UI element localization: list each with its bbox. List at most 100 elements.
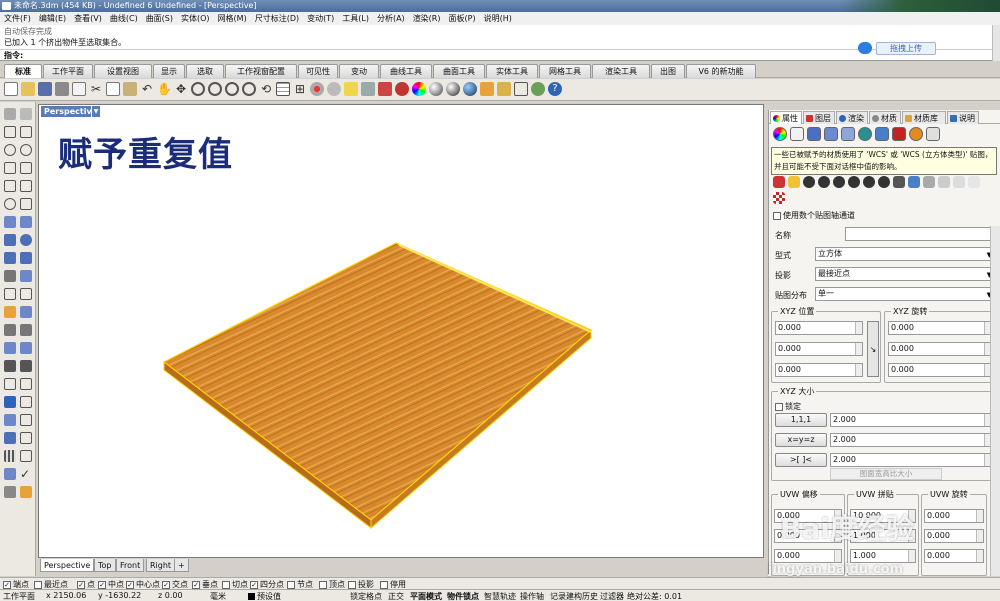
pan-hand-icon[interactable]: ✋	[157, 82, 172, 96]
status-smarttrack[interactable]: 智慧轨迹	[484, 591, 516, 601]
mapping-tool-1-icon[interactable]	[773, 176, 785, 188]
viewport-title[interactable]: Perspective	[41, 106, 97, 117]
edge-softening-icon[interactable]	[875, 127, 889, 141]
set-view-icon[interactable]	[310, 82, 324, 96]
mapping-tool-13-icon[interactable]	[953, 176, 965, 188]
osnap-checkbox[interactable]: ✓	[3, 580, 11, 589]
osnap-checkbox[interactable]: ✓	[126, 580, 134, 589]
paste-icon[interactable]	[123, 82, 137, 96]
size-uniform-button[interactable]: x=y=z	[775, 433, 827, 447]
mapping-tool-9-icon[interactable]	[893, 176, 905, 188]
size-x-input[interactable]: 2.000	[830, 413, 992, 427]
zoom-icon[interactable]	[191, 82, 205, 96]
dimension-icon[interactable]	[4, 288, 16, 300]
panel-tab-layers[interactable]: 图层	[803, 111, 835, 124]
undo-icon[interactable]: ↶	[140, 82, 154, 96]
ungroup-icon[interactable]	[20, 360, 32, 372]
tab-layout[interactable]: 出图	[651, 64, 685, 78]
cylinder-icon[interactable]	[4, 252, 16, 264]
menu-view[interactable]: 查看(V)	[74, 13, 102, 24]
shut-lining-icon[interactable]	[892, 127, 906, 141]
tab-solid-tools[interactable]: 实体工具	[486, 64, 538, 78]
cloud-upload-icon[interactable]	[858, 42, 872, 54]
tab-cplane[interactable]: 工作平面	[43, 64, 93, 78]
block-icon[interactable]	[4, 432, 16, 444]
toolbar-layout-icon[interactable]	[514, 82, 528, 96]
perspective-viewport[interactable]: Perspective ▼ 赋予重复值	[38, 104, 764, 558]
render-sphere-icon[interactable]	[429, 82, 443, 96]
distance-icon[interactable]	[20, 450, 32, 462]
panel-scrollbar[interactable]	[990, 226, 1000, 576]
mapping-tool-11-icon[interactable]	[923, 176, 935, 188]
scale-icon[interactable]	[20, 396, 32, 408]
mapping-tool-8-icon[interactable]	[878, 176, 890, 188]
projection-select[interactable]: 最接近点▼	[815, 267, 995, 281]
grid-icon[interactable]	[276, 82, 290, 96]
osnap-checkbox[interactable]: ✓	[77, 580, 85, 589]
osnap-checkbox[interactable]	[319, 580, 327, 589]
osnap-checkbox[interactable]	[34, 580, 42, 589]
rotate-icon[interactable]	[4, 414, 16, 426]
mapping-tool-7-icon[interactable]	[863, 176, 875, 188]
viewport-tab-top[interactable]: Top	[94, 559, 116, 572]
decal-icon[interactable]	[841, 127, 855, 141]
status-unit[interactable]: 毫米	[210, 591, 226, 601]
panel-tab-help[interactable]: 说明	[947, 111, 979, 124]
menu-render[interactable]: 渲染(R)	[413, 13, 441, 24]
light-icon[interactable]	[361, 82, 375, 96]
copy-icon[interactable]	[106, 82, 120, 96]
zoom-extents-icon[interactable]	[225, 82, 239, 96]
name-input[interactable]	[845, 227, 995, 241]
menu-solid[interactable]: 实体(O)	[181, 13, 210, 24]
brush-icon[interactable]	[790, 127, 804, 141]
multi-channel-option[interactable]: 使用数个贴图轴通道	[773, 210, 855, 221]
new-file-icon[interactable]	[4, 82, 18, 96]
type-select[interactable]: 立方体▼	[815, 247, 995, 261]
osnap-checkbox[interactable]	[348, 580, 356, 589]
panel-tab-render[interactable]: 渲染	[836, 111, 868, 124]
size-fit-button[interactable]: >[ ]<	[775, 453, 827, 467]
uvw-rotation-w-input[interactable]: 0.000	[924, 549, 984, 563]
zoom-selected-icon[interactable]	[242, 82, 256, 96]
print-icon[interactable]	[55, 82, 69, 96]
group-icon[interactable]	[4, 360, 16, 372]
status-planar[interactable]: 平面模式	[410, 591, 442, 601]
osnap-checkbox[interactable]	[287, 580, 295, 589]
lock-size-checkbox[interactable]	[775, 402, 783, 411]
size-reset-button[interactable]: 1,1,1	[775, 413, 827, 427]
osnap-checkbox[interactable]: ✓	[192, 580, 200, 589]
osnap-checkbox[interactable]	[222, 580, 230, 589]
command-scrollbar[interactable]	[992, 25, 1000, 61]
menu-transform[interactable]: 变动(T)	[307, 13, 334, 24]
status-osnap[interactable]: 物件锁点	[447, 591, 479, 601]
status-layer[interactable]: 预设值	[248, 591, 281, 601]
menu-panels[interactable]: 面板(P)	[449, 13, 476, 24]
join-icon[interactable]	[4, 342, 16, 354]
gear-icon[interactable]	[497, 82, 511, 96]
menu-surface[interactable]: 曲面(S)	[146, 13, 173, 24]
panel-tab-materials[interactable]: 材质	[869, 111, 901, 124]
box-icon[interactable]	[4, 234, 16, 246]
mapping-tool-5-icon[interactable]	[833, 176, 845, 188]
menu-mesh[interactable]: 网格(M)	[218, 13, 247, 24]
curve-piping-icon[interactable]	[926, 127, 940, 141]
lock-size-option[interactable]: 锁定	[775, 401, 801, 412]
paint-icon[interactable]	[20, 486, 32, 498]
viewport-menu-arrow[interactable]: ▼	[92, 106, 100, 117]
loft-icon[interactable]	[20, 216, 32, 228]
viewport-tab-perspective[interactable]: Perspective	[40, 559, 95, 572]
tab-render-tools[interactable]: 渲染工具	[592, 64, 650, 78]
explode-icon[interactable]	[20, 342, 32, 354]
ellipse-icon[interactable]	[20, 180, 32, 192]
render-preview-icon[interactable]	[446, 82, 460, 96]
menu-edit[interactable]: 编辑(E)	[39, 13, 66, 24]
point-icon[interactable]	[20, 108, 32, 120]
osnap-checkbox[interactable]: ✓	[162, 580, 170, 589]
panel-tab-properties[interactable]: 属性	[770, 111, 802, 124]
color-wheel-icon[interactable]	[412, 82, 426, 96]
status-ortho[interactable]: 正交	[388, 591, 404, 601]
viewport-tab-front[interactable]: Front	[116, 559, 145, 572]
analyze-icon[interactable]	[20, 432, 32, 444]
render-mesh-icon[interactable]	[4, 468, 16, 480]
mirror-icon[interactable]	[20, 414, 32, 426]
